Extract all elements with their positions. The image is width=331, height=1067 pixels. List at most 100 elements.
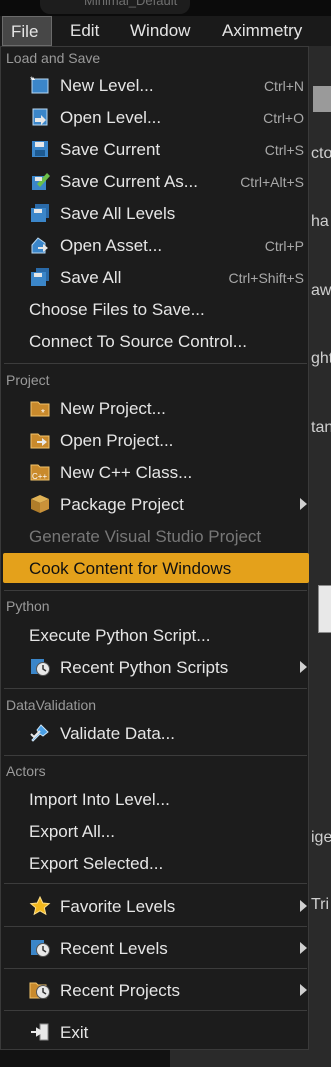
submenu-arrow-icon xyxy=(300,942,307,954)
menu-item-favorite-levels[interactable]: Favorite Levels xyxy=(3,891,309,921)
menu-item-open-project[interactable]: Open Project... xyxy=(3,425,309,455)
menu-item-cook-content-windows[interactable]: Cook Content for Windows xyxy=(3,553,309,583)
shortcut-label: Ctrl+Shift+S xyxy=(228,270,304,286)
background-text-fragment: cto xyxy=(311,145,331,162)
menu-item-recent-python-scripts[interactable]: Recent Python Scripts xyxy=(3,652,309,682)
menu-item-label: Generate Visual Studio Project xyxy=(29,527,262,546)
shortcut-label: Ctrl+S xyxy=(264,142,304,158)
menu-item-label: Open Asset... xyxy=(60,236,163,255)
background-bottom-bar-right xyxy=(170,1050,331,1067)
background-text-fragment: aw xyxy=(311,282,331,299)
menu-item-label: Package Project xyxy=(60,495,184,514)
menu-item-label: Import Into Level... xyxy=(29,790,170,809)
menu-item-export-all[interactable]: Export All... xyxy=(3,816,309,846)
menu-item-choose-files-to-save[interactable]: Choose Files to Save... xyxy=(3,294,309,324)
menu-item-save-all[interactable]: Save All Ctrl+Shift+S xyxy=(3,262,309,292)
menu-item-label: New C++ Class... xyxy=(60,463,193,482)
svg-text:C++: C++ xyxy=(32,472,47,481)
menu-item-label: Save All Levels xyxy=(60,204,176,223)
menu-item-label: New Project... xyxy=(60,399,166,418)
menu-item-label: Recent Projects xyxy=(60,981,180,1000)
menu-window[interactable]: Window xyxy=(130,16,190,46)
menu-separator xyxy=(4,363,307,364)
section-header-data-validation: DataValidation xyxy=(6,697,97,713)
menu-item-execute-python-script[interactable]: Execute Python Script... xyxy=(3,620,309,650)
open-asset-icon xyxy=(31,237,48,254)
menu-item-open-asset[interactable]: Open Asset... Ctrl+P xyxy=(3,230,309,260)
shortcut-label: Ctrl+P xyxy=(264,238,304,254)
background-toolbar-strip xyxy=(313,86,331,112)
menu-item-label: Cook Content for Windows xyxy=(29,559,232,578)
menu-item-recent-levels[interactable]: Recent Levels xyxy=(3,933,309,963)
star-icon xyxy=(29,896,51,916)
menu-bar: File Edit Window Aximmetry xyxy=(0,16,331,47)
menu-separator xyxy=(4,1010,307,1011)
svg-text:*: * xyxy=(41,408,45,418)
menu-item-save-current-as[interactable]: Save Current As... Ctrl+Alt+S xyxy=(3,166,309,196)
menu-item-label: Save All xyxy=(60,268,122,287)
cpp-class-icon: C++ xyxy=(30,464,50,481)
validate-icon xyxy=(30,724,49,742)
menu-item-open-level[interactable]: Open Level... Ctrl+O xyxy=(3,102,309,132)
new-level-icon: * xyxy=(30,75,49,94)
menu-item-generate-vs-project: Generate Visual Studio Project xyxy=(3,521,309,551)
menu-separator xyxy=(4,755,307,756)
background-text-fragment: ght xyxy=(311,350,331,367)
menu-item-package-project[interactable]: Package Project xyxy=(3,489,309,519)
shortcut-label: Ctrl+O xyxy=(263,110,304,126)
open-project-icon xyxy=(30,433,50,449)
menu-item-new-project[interactable]: * New Project... xyxy=(3,393,309,423)
menu-separator xyxy=(4,688,307,689)
menu-separator xyxy=(4,590,307,591)
section-header-project: Project xyxy=(6,372,50,388)
menu-item-recent-projects[interactable]: Recent Projects xyxy=(3,975,309,1005)
submenu-arrow-icon xyxy=(300,984,307,996)
menu-separator xyxy=(4,883,307,884)
submenu-arrow-icon xyxy=(300,498,307,510)
background-bottom-bar xyxy=(0,1050,170,1067)
background-text-fragment: ha xyxy=(311,213,329,230)
menu-item-new-cpp-class[interactable]: C++ New C++ Class... xyxy=(3,457,309,487)
menu-item-label: Save Current As... xyxy=(60,172,198,191)
recent-projects-icon xyxy=(29,982,50,999)
menu-item-label: Validate Data... xyxy=(60,724,175,743)
shortcut-label: Ctrl+Alt+S xyxy=(240,174,304,190)
background-text-fragment: ige xyxy=(311,829,331,846)
title-bar: Minimal_Default xyxy=(0,0,331,16)
window-title: Minimal_Default xyxy=(84,0,178,8)
menu-file[interactable]: File xyxy=(2,16,52,46)
menu-item-new-level[interactable]: * New Level... Ctrl+N xyxy=(3,70,309,100)
menu-item-save-current[interactable]: Save Current Ctrl+S xyxy=(3,134,309,164)
menu-item-validate-data[interactable]: Validate Data... xyxy=(3,718,309,748)
open-level-icon xyxy=(32,108,48,126)
save-all-levels-icon xyxy=(31,204,49,222)
menu-item-import-into-level[interactable]: Import Into Level... xyxy=(3,784,309,814)
menu-item-label: Export All... xyxy=(29,822,115,841)
menu-item-label: Save Current xyxy=(60,140,161,159)
svg-text:*: * xyxy=(30,75,34,85)
menu-item-label: Export Selected... xyxy=(29,854,164,873)
new-project-icon: * xyxy=(30,401,50,418)
menu-item-label: Favorite Levels xyxy=(60,897,176,916)
menu-item-label: Open Project... xyxy=(60,431,174,450)
menu-separator xyxy=(4,926,307,927)
menu-item-label: Recent Levels xyxy=(60,939,168,958)
recent-clock-icon xyxy=(31,940,50,957)
save-as-icon xyxy=(32,173,50,190)
menu-item-label: Execute Python Script... xyxy=(29,626,211,645)
menu-item-export-selected[interactable]: Export Selected... xyxy=(3,848,309,878)
menu-item-save-all-levels[interactable]: Save All Levels xyxy=(3,198,309,228)
menu-item-label: Exit xyxy=(60,1023,89,1042)
menu-item-exit[interactable]: Exit xyxy=(3,1017,309,1047)
background-white-widget xyxy=(318,585,331,633)
package-icon xyxy=(31,495,49,513)
menu-item-label: Connect To Source Control... xyxy=(29,332,247,351)
menu-item-connect-source-control[interactable]: Connect To Source Control... xyxy=(3,326,309,356)
submenu-arrow-icon xyxy=(300,661,307,673)
menu-aximmetry[interactable]: Aximmetry xyxy=(222,16,302,46)
menu-edit[interactable]: Edit xyxy=(70,16,99,46)
section-header-load-save: Load and Save xyxy=(6,50,101,66)
submenu-arrow-icon xyxy=(300,900,307,912)
section-header-python: Python xyxy=(6,598,50,614)
background-text-fragment: Tri xyxy=(311,896,330,913)
